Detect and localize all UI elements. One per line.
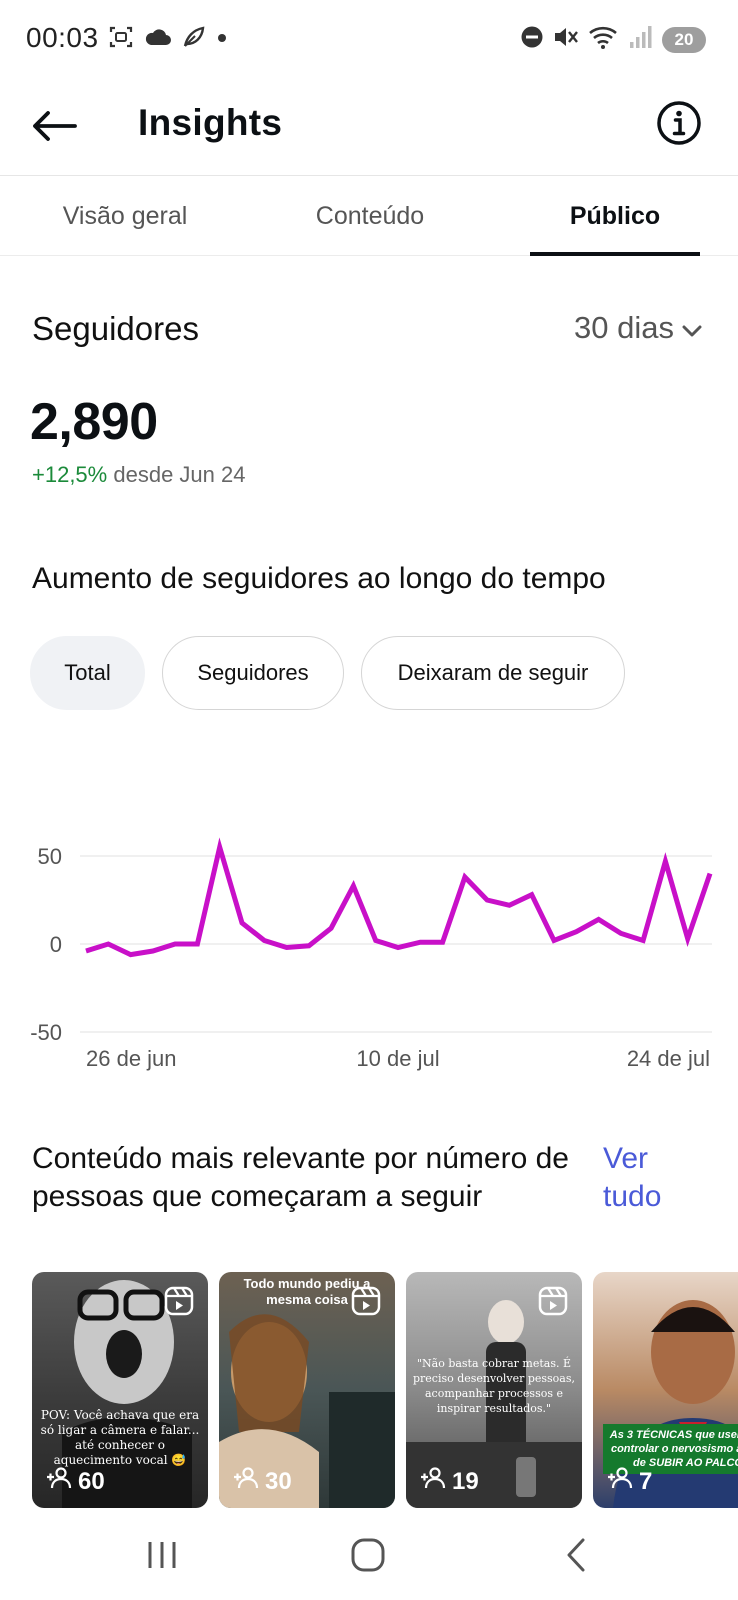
- reels-icon: [538, 1286, 568, 1321]
- count-value: 30: [265, 1467, 292, 1495]
- header: Insights: [0, 80, 738, 176]
- range-label: 30 dias: [574, 310, 674, 345]
- home-button[interactable]: [338, 1532, 398, 1582]
- see-all-link[interactable]: Ver tudo: [603, 1140, 713, 1216]
- add-person-icon: [46, 1467, 72, 1496]
- filter-chip-unfollows[interactable]: Deixaram de seguir: [361, 636, 625, 710]
- new-followers-count: 19: [420, 1467, 479, 1496]
- series-line: [85, 837, 713, 958]
- add-person-icon: [420, 1467, 446, 1496]
- content-thumbnail[interactable]: POV: Você achava que era só ligar a câme…: [32, 1272, 208, 1508]
- tab-overview[interactable]: Visão geral: [40, 176, 210, 256]
- dot-icon: [216, 31, 228, 49]
- info-icon: [656, 100, 702, 151]
- mute-icon: [552, 24, 580, 55]
- recent-apps-icon: [145, 1539, 179, 1576]
- do-not-disturb-icon: [520, 25, 544, 54]
- info-button[interactable]: [654, 100, 704, 150]
- cloud-icon: [144, 26, 172, 53]
- followers-title: Seguidores: [32, 310, 199, 347]
- tab-audience[interactable]: Público: [530, 176, 700, 256]
- wifi-icon: [588, 24, 620, 55]
- content-thumbnail[interactable]: Todo mundo pediu a mesma coisa 30: [219, 1272, 395, 1508]
- arrow-left-icon: [31, 110, 77, 147]
- filter-chip-total[interactable]: Total: [30, 636, 145, 710]
- page-title: Insights: [138, 102, 283, 143]
- top-content-title: Conteúdo mais relevante por número de pe…: [32, 1142, 569, 1213]
- x-tick-label: 10 de jul: [356, 1046, 439, 1071]
- x-tick-label: 26 de jun: [86, 1046, 177, 1071]
- status-time: 00:03: [26, 22, 99, 53]
- count-value: 7: [639, 1467, 653, 1495]
- count-value: 60: [78, 1467, 105, 1495]
- thumbnail-caption: POV: Você achava que era só ligar a câme…: [40, 1408, 200, 1467]
- system-back-button[interactable]: [546, 1532, 606, 1582]
- y-tick-label: 50: [38, 844, 62, 869]
- add-person-icon: [233, 1467, 259, 1496]
- followers-line-chart: 50 0 -50 26 de jun 10 de jul 24 de jul: [30, 837, 713, 1071]
- home-icon: [350, 1537, 386, 1578]
- tab-bar: Visão geral Conteúdo Público: [0, 176, 738, 256]
- status-left-icons: [108, 24, 228, 55]
- status-right-icons: 20: [520, 24, 706, 55]
- growth-percent: +12,5%: [32, 462, 108, 487]
- reels-icon: [164, 1286, 194, 1321]
- add-person-icon: [607, 1467, 633, 1496]
- thumbnail-caption: "Não basta cobrar metas. É preciso desen…: [412, 1357, 576, 1415]
- system-nav-bar: [0, 1510, 738, 1600]
- status-bar: 00:03 20: [0, 0, 738, 80]
- reels-icon: [351, 1286, 381, 1321]
- filter-chip-followers[interactable]: Seguidores: [162, 636, 344, 710]
- new-followers-count: 60: [46, 1467, 105, 1496]
- recent-apps-button[interactable]: [132, 1532, 192, 1582]
- growth-summary: +12,5% desde Jun 24: [32, 462, 245, 488]
- back-button[interactable]: [26, 100, 82, 156]
- signal-icon: [628, 24, 654, 55]
- y-tick-label: 0: [50, 932, 62, 957]
- battery-icon: 20: [662, 26, 706, 53]
- x-tick-label: 24 de jul: [627, 1046, 710, 1071]
- range-dropdown[interactable]: 30 dias: [574, 310, 702, 346]
- tab-active-indicator: [530, 252, 700, 256]
- followers-count: 2,890: [30, 393, 158, 451]
- new-followers-count: 30: [233, 1467, 292, 1496]
- content-thumbnail[interactable]: As 3 TÉCNICAS que usei para controlar o …: [593, 1272, 738, 1508]
- leaf-icon: [182, 25, 206, 54]
- top-content-carousel: POV: Você achava que era só ligar a câme…: [32, 1272, 738, 1508]
- new-followers-count: 7: [607, 1467, 652, 1496]
- chart-title: Aumento de seguidores ao longo do tempo: [32, 562, 606, 595]
- y-tick-label: -50: [30, 1020, 62, 1045]
- count-value: 19: [452, 1467, 479, 1495]
- screenshot-icon: [108, 24, 134, 55]
- tab-content[interactable]: Conteúdo: [285, 176, 455, 256]
- chevron-down-icon: [682, 310, 702, 346]
- growth-since: desde Jun 24: [113, 462, 246, 487]
- content-thumbnail[interactable]: "Não basta cobrar metas. É preciso desen…: [406, 1272, 582, 1508]
- back-icon: [563, 1537, 589, 1578]
